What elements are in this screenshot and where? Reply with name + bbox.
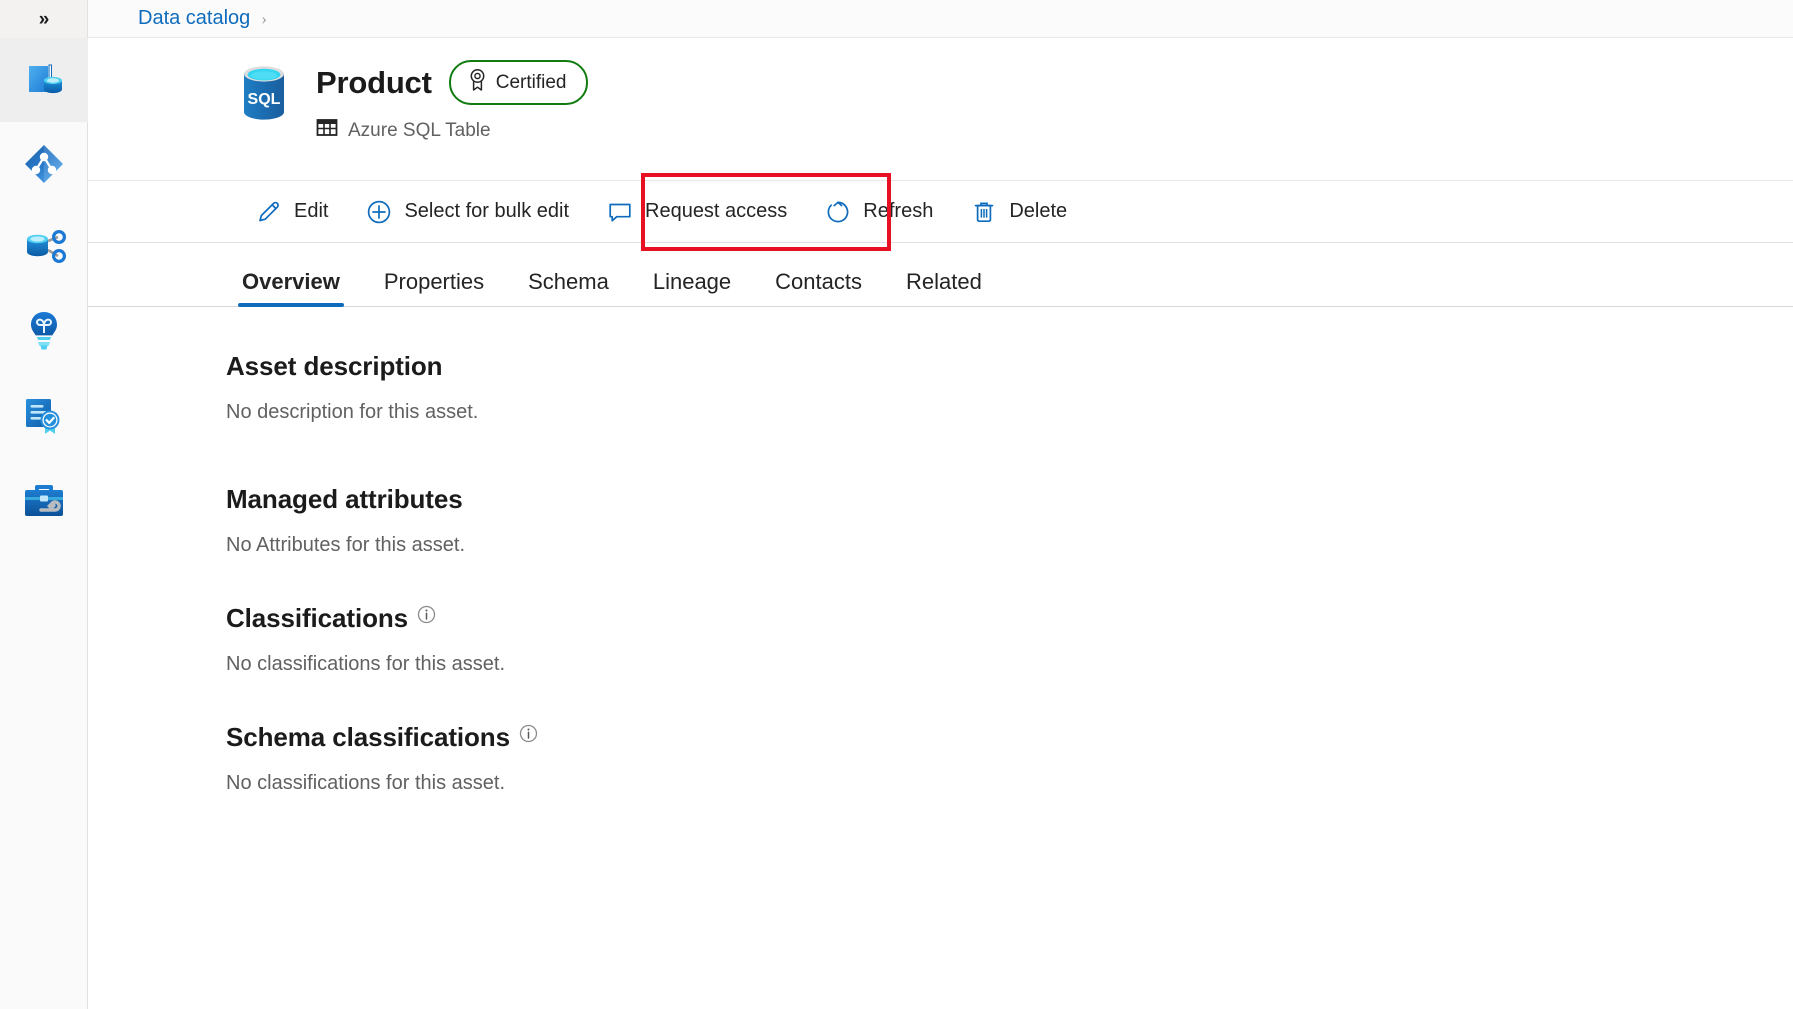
asset-header: SQL Product Certified (88, 38, 1793, 181)
info-icon[interactable] (519, 724, 538, 748)
breadcrumb: Data catalog › (88, 0, 1793, 38)
data-map-diamond-icon (21, 141, 67, 187)
section-header: Schema classifications (226, 722, 1793, 753)
status-badge-certified[interactable]: Certified (449, 60, 589, 105)
overview-tab-content: Asset description No description for thi… (88, 307, 1793, 1009)
certified-label: Certified (496, 72, 567, 94)
section-header: Classifications (226, 603, 1793, 634)
section-body: No Attributes for this asset. (226, 534, 1793, 557)
tab-overview[interactable]: Overview (220, 271, 362, 306)
section-title: Managed attributes (226, 484, 463, 515)
section-body: No classifications for this asset. (226, 772, 1793, 795)
tab-contacts[interactable]: Contacts (753, 271, 884, 306)
trash-icon (971, 199, 997, 225)
expand-nav-icon[interactable]: » (39, 10, 49, 29)
tab-schema[interactable]: Schema (506, 271, 631, 306)
sidebar-item-data-insights[interactable] (0, 290, 88, 374)
azure-sql-database-icon: SQL (238, 62, 290, 124)
edit-label: Edit (294, 200, 328, 223)
breadcrumb-link-data-catalog[interactable]: Data catalog (138, 7, 250, 30)
page-title: Product (316, 65, 432, 101)
edit-button[interactable]: Edit (238, 190, 346, 234)
select-for-bulk-edit-button[interactable]: Select for bulk edit (348, 190, 587, 234)
asset-type-label: Azure SQL Table (348, 120, 491, 142)
plus-circle-icon (366, 199, 392, 225)
section-schema-classifications: Schema classifications No classification… (226, 722, 1793, 795)
delete-button[interactable]: Delete (953, 190, 1085, 234)
tab-properties[interactable]: Properties (362, 271, 506, 306)
sidebar-item-data-catalog[interactable] (0, 38, 88, 122)
section-classifications: Classifications No classifications for t… (226, 603, 1793, 676)
section-title: Classifications (226, 603, 408, 634)
main-panel: Data catalog › SQL (88, 0, 1793, 1009)
asset-type-row: Azure SQL Table (316, 117, 1793, 144)
refresh-button[interactable]: Refresh (807, 190, 951, 234)
section-managed-attributes: Managed attributes No Attributes for thi… (226, 484, 1793, 557)
refresh-label: Refresh (863, 200, 933, 223)
database-share-icon (21, 225, 67, 271)
delete-label: Delete (1009, 200, 1067, 223)
svg-text:SQL: SQL (248, 91, 281, 108)
rail-header: » (0, 0, 87, 38)
info-icon[interactable] (417, 605, 436, 629)
award-ribbon-icon (468, 68, 487, 97)
refresh-circular-arrow-icon (825, 199, 851, 225)
section-title: Schema classifications (226, 722, 510, 753)
section-header: Asset description (226, 351, 1793, 382)
command-bar: Edit Select for bulk edit Request a (88, 181, 1793, 243)
sidebar-item-management[interactable] (0, 458, 88, 542)
rail-item-list (0, 38, 87, 542)
section-header: Managed attributes (226, 484, 1793, 515)
book-database-icon (22, 58, 66, 102)
sidebar-item-data-map[interactable] (0, 122, 88, 206)
tab-related[interactable]: Related (884, 271, 1004, 306)
tab-lineage[interactable]: Lineage (631, 271, 753, 306)
comment-icon (607, 199, 633, 225)
select-for-bulk-edit-label: Select for bulk edit (404, 200, 569, 223)
pencil-icon (256, 199, 282, 225)
table-grid-icon (316, 117, 338, 144)
asset-title-row: Product Certified (316, 60, 1793, 105)
asset-header-text: Product Certified (316, 60, 1793, 144)
request-access-button[interactable]: Request access (589, 190, 805, 234)
section-body: No classifications for this asset. (226, 653, 1793, 676)
sidebar-item-data-policy[interactable] (0, 374, 88, 458)
section-title: Asset description (226, 351, 442, 382)
briefcase-wrench-icon (21, 479, 67, 521)
section-asset-description: Asset description No description for thi… (226, 351, 1793, 424)
lightbulb-icon (22, 309, 66, 355)
breadcrumb-separator-icon: › (261, 9, 267, 29)
sidebar-item-data-sharing[interactable] (0, 206, 88, 290)
section-body: No description for this asset. (226, 401, 1793, 424)
request-access-label: Request access (645, 200, 787, 223)
left-navigation-rail: » (0, 0, 88, 1009)
asset-tabs: Overview Properties Schema Lineage Conta… (88, 243, 1793, 307)
certificate-check-icon (21, 393, 67, 439)
purview-asset-page: » (0, 0, 1793, 1009)
